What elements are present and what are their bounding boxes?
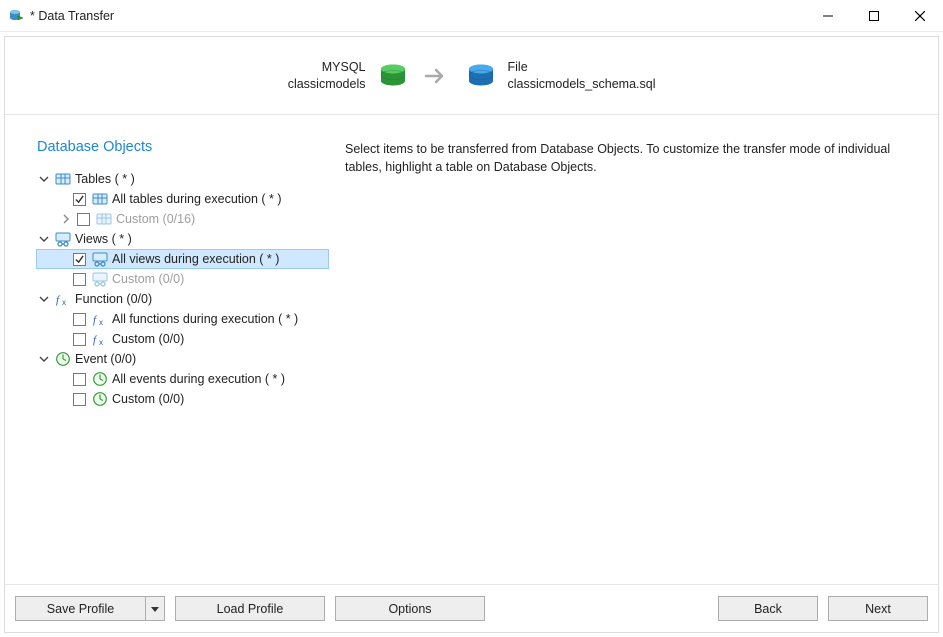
tree-label: Event (0/0) (75, 352, 136, 366)
tree-label: Custom (0/16) (116, 212, 195, 226)
database-icon (378, 64, 408, 88)
back-button[interactable]: Back (718, 596, 818, 621)
tree-node-tables[interactable]: Tables ( * ) (37, 169, 329, 189)
tree-label: Function (0/0) (75, 292, 152, 306)
checkbox[interactable] (73, 253, 86, 266)
save-profile-dropdown[interactable] (145, 596, 165, 621)
source-type: MYSQL (276, 59, 366, 76)
checkbox[interactable] (77, 213, 90, 226)
svg-text:x: x (62, 298, 66, 307)
source-name: classicmodels (276, 76, 366, 93)
main-area: Database Objects Tables ( * ) All tables… (5, 115, 938, 584)
maximize-button[interactable] (851, 0, 897, 32)
left-pane: Database Objects Tables ( * ) All tables… (37, 139, 329, 568)
checkbox[interactable] (73, 393, 86, 406)
content-frame: MYSQL classicmodels File classicmodels_s… (4, 36, 939, 633)
save-profile-button[interactable]: Save Profile (15, 596, 145, 621)
chevron-right-icon[interactable] (59, 214, 73, 224)
function-icon: fx (92, 331, 108, 347)
tree-label: All tables during execution ( * ) (112, 192, 282, 206)
svg-text:x: x (99, 338, 103, 347)
checkbox[interactable] (73, 273, 86, 286)
app-icon (8, 8, 24, 24)
checkbox[interactable] (73, 373, 86, 386)
table-icon (92, 191, 108, 207)
save-profile-split-button[interactable]: Save Profile (15, 596, 165, 621)
arrow-icon (424, 67, 450, 85)
tree-label: All events during execution ( * ) (112, 372, 285, 386)
function-icon: fx (55, 291, 71, 307)
transfer-header: MYSQL classicmodels File classicmodels_s… (5, 37, 938, 115)
tree-label: All functions during execution ( * ) (112, 312, 298, 326)
source-block: MYSQL classicmodels (276, 59, 408, 93)
tree-node-functions-all[interactable]: fx All functions during execution ( * ) (37, 309, 329, 329)
svg-text:f: f (56, 294, 61, 306)
tree-node-tables-custom[interactable]: Custom (0/16) (37, 209, 329, 229)
view-icon (92, 271, 108, 287)
dest-name: classicmodels_schema.sql (508, 76, 668, 93)
svg-text:f: f (93, 314, 98, 326)
description-pane: Select items to be transferred from Data… (345, 139, 918, 568)
window-controls (805, 0, 943, 32)
tree-node-events-all[interactable]: All events during execution ( * ) (37, 369, 329, 389)
view-icon (55, 231, 71, 247)
title-bar: * Data Transfer (0, 0, 943, 32)
section-title: Database Objects (37, 139, 329, 155)
chevron-down-icon[interactable] (37, 174, 51, 184)
checkbox[interactable] (73, 313, 86, 326)
checkbox[interactable] (73, 193, 86, 206)
tree-node-views-custom[interactable]: Custom (0/0) (37, 269, 329, 289)
tree-label: Custom (0/0) (112, 392, 184, 406)
tree-node-events-custom[interactable]: Custom (0/0) (37, 389, 329, 409)
clock-icon (92, 371, 108, 387)
objects-tree[interactable]: Tables ( * ) All tables during execution… (37, 169, 329, 409)
tree-label: Views ( * ) (75, 232, 132, 246)
table-icon (55, 171, 71, 187)
svg-text:f: f (93, 334, 98, 346)
dest-block: File classicmodels_schema.sql (466, 59, 668, 93)
tree-node-views-all[interactable]: All views during execution ( * ) (36, 249, 329, 269)
tree-label: Custom (0/0) (112, 272, 184, 286)
minimize-button[interactable] (805, 0, 851, 32)
clock-icon (55, 351, 71, 367)
tree-node-views[interactable]: Views ( * ) (37, 229, 329, 249)
tree-node-tables-all[interactable]: All tables during execution ( * ) (37, 189, 329, 209)
table-icon (96, 211, 112, 227)
window-title: * Data Transfer (30, 9, 805, 23)
checkbox[interactable] (73, 333, 86, 346)
tree-label: Tables ( * ) (75, 172, 135, 186)
clock-icon (92, 391, 108, 407)
load-profile-button[interactable]: Load Profile (175, 596, 325, 621)
database-icon (466, 64, 496, 88)
tree-node-events[interactable]: Event (0/0) (37, 349, 329, 369)
tree-label: Custom (0/0) (112, 332, 184, 346)
tree-node-functions-custom[interactable]: fx Custom (0/0) (37, 329, 329, 349)
function-icon: fx (92, 311, 108, 327)
tree-label: All views during execution ( * ) (112, 252, 279, 266)
bottom-bar: Save Profile Load Profile Options Back N… (5, 584, 938, 632)
options-button[interactable]: Options (335, 596, 485, 621)
next-button[interactable]: Next (828, 596, 928, 621)
description-text: Select items to be transferred from Data… (345, 142, 890, 174)
dest-type: File (508, 59, 668, 76)
tree-node-functions[interactable]: fx Function (0/0) (37, 289, 329, 309)
svg-text:x: x (99, 318, 103, 327)
close-button[interactable] (897, 0, 943, 32)
chevron-down-icon[interactable] (37, 354, 51, 364)
view-icon (92, 251, 108, 267)
chevron-down-icon[interactable] (37, 234, 51, 244)
chevron-down-icon[interactable] (37, 294, 51, 304)
